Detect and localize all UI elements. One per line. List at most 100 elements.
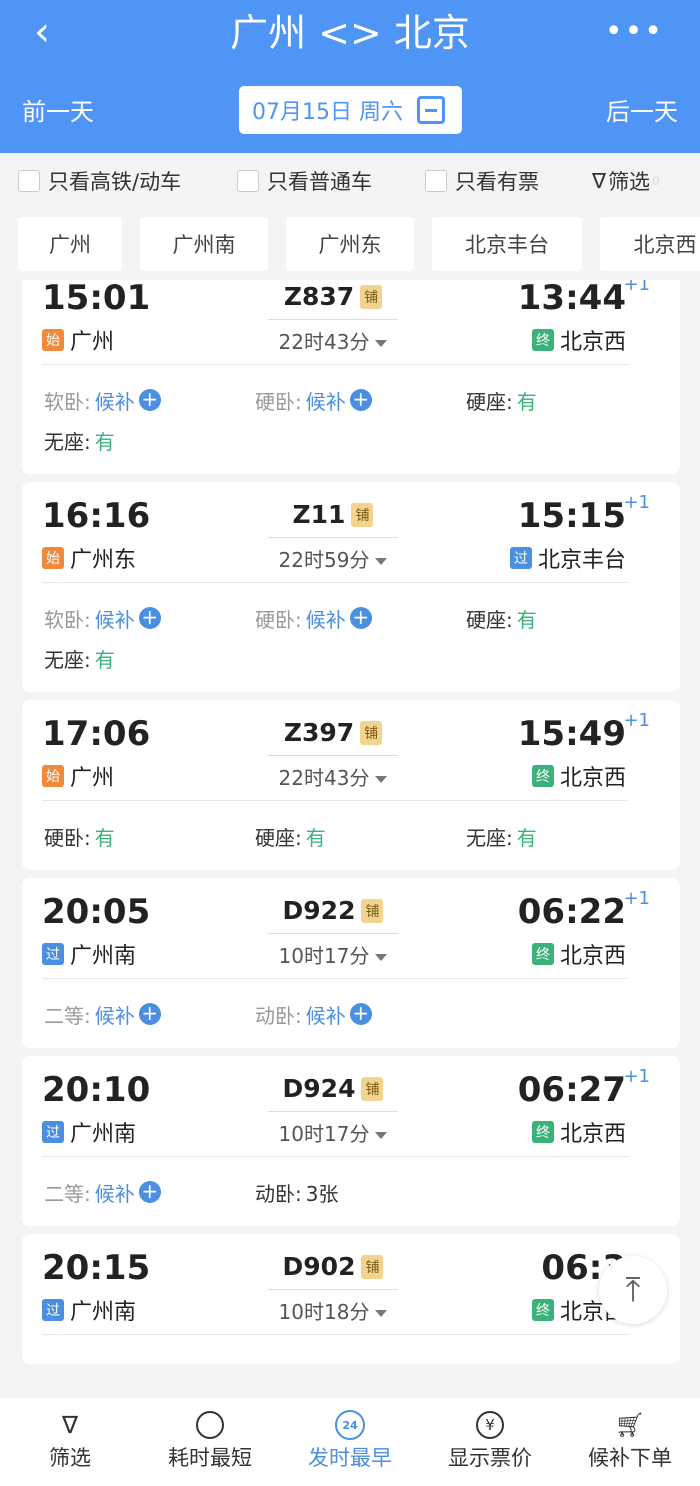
station-type-tag: 始	[42, 329, 64, 351]
next-day-marker: +1	[623, 492, 650, 513]
seat-item: 硬卧: 有	[44, 816, 255, 856]
arrival-time: 15:49	[517, 714, 626, 754]
seat-list: 硬卧: 有硬座: 有无座: 有	[22, 816, 680, 856]
train-card[interactable]: 15:01 Z837 铺 22时43分 13:44 +1 始广州 终北京西 软卧: 候…	[22, 280, 680, 474]
arrival-time: 13:44	[517, 280, 626, 318]
waitlist-order-button[interactable]: 🛒︎ 候补下单	[560, 1398, 700, 1486]
seat-item[interactable]: 硬卧: 候补 +	[255, 598, 466, 638]
cart-plus-icon: 🛒︎	[614, 1411, 646, 1439]
from-station: 广州东	[70, 548, 137, 573]
departure-time: 15:01	[42, 280, 151, 318]
seat-type: 二等:	[44, 1003, 91, 1028]
page-title: 广州 <> 北京	[230, 11, 470, 55]
seat-type: 无座:	[44, 429, 91, 454]
seat-type: 硬座:	[255, 825, 302, 850]
show-price-button[interactable]: ¥ 显示票价	[420, 1398, 560, 1486]
seat-item: 动卧: 3张	[255, 1172, 466, 1212]
berth-badge: 铺	[361, 1254, 384, 1279]
next-day-marker: +1	[623, 1066, 650, 1087]
checkbox-label: 只看高铁/动车	[48, 170, 182, 194]
station-type-tag: 终	[531, 1299, 554, 1321]
seat-list: 软卧: 候补 + 硬卧: 候补 + 硬座: 有无座: 有	[22, 380, 680, 460]
departure-time: 20:10	[42, 1070, 151, 1110]
duration[interactable]: 10时17分	[268, 940, 398, 969]
station-type-tag: 过	[509, 547, 532, 569]
station-tab[interactable]: 广州	[18, 217, 122, 271]
seat-item[interactable]: 二等: 候补 +	[44, 994, 255, 1034]
seat-item[interactable]: 软卧: 候补 +	[44, 380, 255, 420]
duration[interactable]: 22时43分	[268, 762, 398, 791]
seat-availability: 候补	[305, 1003, 346, 1028]
clock-24-icon: 24	[335, 1408, 365, 1442]
seat-item[interactable]: 硬卧: 候补 +	[255, 380, 466, 420]
seat-availability: 候补	[305, 607, 346, 632]
seat-list: 二等: 候补 + 动卧: 3张	[22, 1172, 680, 1212]
add-waitlist-icon[interactable]: +	[138, 607, 161, 629]
train-card[interactable]: 20:15 D902 铺 10时18分 06:3 过广州南 终北京西	[22, 1234, 680, 1364]
seat-type: 软卧:	[44, 607, 91, 632]
seat-item[interactable]: 二等: 候补 +	[44, 1172, 255, 1212]
normal-train-checkbox[interactable]: 只看普通车	[237, 166, 372, 196]
train-code: D922	[282, 896, 356, 925]
shortest-time-button[interactable]: 耗时最短	[140, 1398, 280, 1486]
add-waitlist-icon[interactable]: +	[349, 389, 372, 411]
seat-availability: 有	[516, 389, 537, 414]
station-type-tag: 始	[42, 547, 64, 569]
duration[interactable]: 10时17分	[268, 1118, 398, 1147]
more-icon[interactable]: •••	[605, 14, 664, 49]
seat-item: 硬座: 有	[466, 598, 677, 638]
to-station: 北京西	[559, 944, 626, 969]
train-card[interactable]: 20:10 D924 铺 10时17分 06:27 +1 过广州南 终北京西 二等:…	[22, 1056, 680, 1226]
add-waitlist-icon[interactable]: +	[138, 1003, 161, 1025]
filter-icon: ∇	[592, 169, 607, 193]
from-station: 广州	[70, 330, 115, 355]
add-waitlist-icon[interactable]: +	[349, 607, 372, 629]
prev-day-button[interactable]: 前一天	[22, 92, 94, 127]
checkbox-icon	[18, 170, 40, 192]
date-picker[interactable]: 07月15日 周六	[239, 86, 462, 134]
station-type-tag: 过	[42, 943, 64, 965]
add-waitlist-icon[interactable]: +	[138, 1181, 161, 1203]
duration[interactable]: 10时18分	[268, 1296, 398, 1325]
add-waitlist-icon[interactable]: +	[349, 1003, 372, 1025]
duration[interactable]: 22时43分	[268, 326, 398, 355]
train-code: Z11	[292, 500, 346, 529]
scroll-to-top-button[interactable]: ⤒	[599, 1256, 667, 1324]
filter-label: 筛选	[608, 170, 651, 194]
to-station: 北京西	[559, 330, 626, 355]
bottom-filter-button[interactable]: ∇ 筛选	[0, 1398, 140, 1486]
duration[interactable]: 22时59分	[268, 544, 398, 573]
station-type-tag: 过	[42, 1121, 64, 1143]
high-speed-checkbox[interactable]: 只看高铁/动车	[18, 166, 181, 196]
bottom-label: 候补下单	[588, 1446, 672, 1470]
from-station: 广州南	[70, 944, 137, 969]
arrow-up-icon: ⤒	[625, 1270, 641, 1310]
station-tab[interactable]: 北京西	[600, 217, 700, 271]
divider	[42, 1156, 628, 1157]
to-station: 北京西	[559, 1122, 626, 1147]
has-ticket-checkbox[interactable]: 只看有票	[425, 166, 539, 196]
next-day-marker: +1	[623, 280, 650, 295]
station-tab[interactable]: 北京丰台	[432, 217, 582, 271]
to-station: 北京丰台	[537, 548, 626, 573]
earliest-departure-button[interactable]: 24 发时最早	[280, 1398, 420, 1486]
train-list[interactable]: 15:01 Z837 铺 22时43分 13:44 +1 始广州 终北京西 软卧: 候…	[0, 280, 700, 1398]
station-tab[interactable]: 广州南	[140, 217, 268, 271]
berth-badge: 铺	[361, 1076, 384, 1101]
seat-item[interactable]: 软卧: 候补 +	[44, 598, 255, 638]
checkbox-label: 只看普通车	[267, 170, 372, 194]
filter-button[interactable]: ∇ 筛选 0	[592, 166, 660, 196]
add-waitlist-icon[interactable]: +	[138, 389, 161, 411]
header: ‹ 广州 <> 北京 ••• 前一天 07月15日 周六 后一天	[0, 0, 700, 153]
filter-icon: ∇	[61, 1411, 79, 1439]
train-card[interactable]: 16:16 Z11 铺 22时59分 15:15 +1 始广州东 过北京丰台 软卧:…	[22, 482, 680, 692]
berth-badge: 铺	[360, 284, 383, 309]
seat-type: 二等:	[44, 1181, 91, 1206]
next-day-button[interactable]: 后一天	[606, 92, 678, 127]
seat-item[interactable]: 动卧: 候补 +	[255, 994, 466, 1034]
station-tab[interactable]: 广州东	[286, 217, 414, 271]
station-type-tag: 终	[531, 1121, 554, 1143]
train-card[interactable]: 17:06 Z397 铺 22时43分 15:49 +1 始广州 终北京西 硬卧: 有…	[22, 700, 680, 870]
train-card[interactable]: 20:05 D922 铺 10时17分 06:22 +1 过广州南 终北京西 二等:…	[22, 878, 680, 1048]
train-code: Z397	[283, 718, 355, 747]
